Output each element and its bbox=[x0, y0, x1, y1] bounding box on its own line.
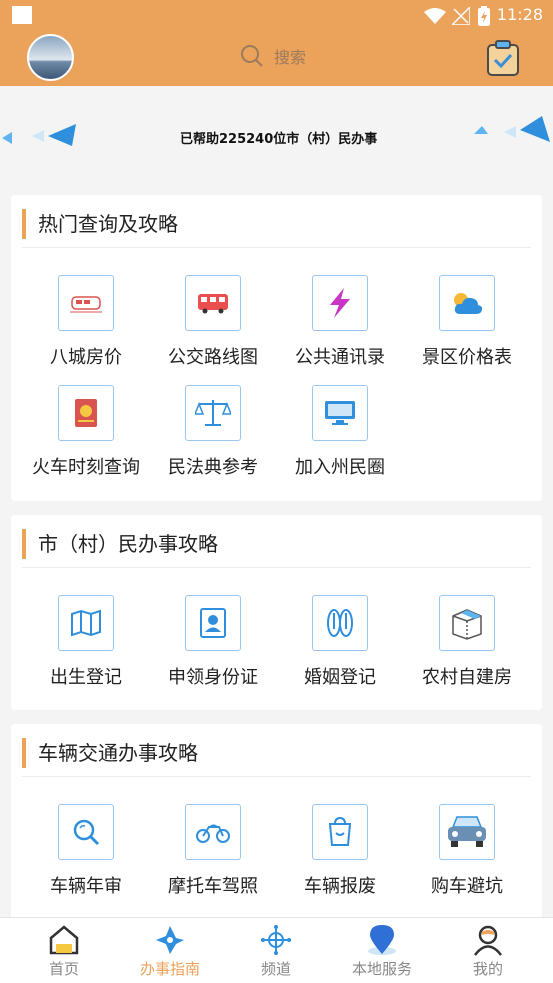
book-icon bbox=[58, 385, 114, 441]
grid-item-label: 加入州民圈 bbox=[295, 457, 385, 478]
grid-item-label: 出生登记 bbox=[50, 667, 122, 688]
section-title: 车辆交通办事攻略 bbox=[22, 738, 198, 768]
id-card-icon bbox=[185, 595, 241, 651]
divider bbox=[22, 567, 531, 568]
grid-item-label: 民法典参考 bbox=[168, 457, 258, 478]
grid-item-label: 摩托车驾照 bbox=[168, 876, 258, 897]
map-icon bbox=[58, 595, 114, 651]
motorcycle-icon bbox=[185, 804, 241, 860]
grid-item-label: 车辆报废 bbox=[304, 876, 376, 897]
scales-icon bbox=[185, 385, 241, 441]
bottom-nav: 首页 办事指南 频道 本地服务 我的 bbox=[0, 917, 553, 983]
nav-mine[interactable]: 我的 bbox=[433, 918, 543, 983]
nav-label: 首页 bbox=[48, 960, 79, 978]
avatar[interactable] bbox=[27, 34, 74, 81]
triangle-decor-icon bbox=[2, 124, 76, 146]
bus-icon bbox=[185, 275, 241, 331]
magnifier-icon bbox=[58, 804, 114, 860]
header-bar: 11:28 搜索 bbox=[0, 0, 553, 86]
status-bar: 11:28 bbox=[0, 0, 553, 30]
nav-guide[interactable]: 办事指南 bbox=[115, 918, 225, 983]
battery-icon bbox=[478, 6, 490, 26]
grid-item-label: 购车避坑 bbox=[431, 876, 503, 897]
vehicle-affairs-section: 车辆交通办事攻略 车辆年审 摩托车驾照 车辆报废 购车避坑 bbox=[11, 724, 542, 924]
location-icon bbox=[368, 925, 396, 955]
triangle-decor-icon bbox=[474, 116, 550, 142]
search-placeholder: 搜索 bbox=[274, 48, 307, 67]
weather-icon bbox=[439, 275, 495, 331]
hot-queries-section: 热门查询及攻略 八城房价 公交路线图 公共通讯录 景区价格表 火车时刻查询 民法… bbox=[11, 195, 542, 501]
nav-home[interactable]: 首页 bbox=[9, 918, 119, 983]
nav-label: 我的 bbox=[472, 960, 503, 978]
grid-item-label: 公共通讯录 bbox=[295, 347, 385, 368]
box-icon bbox=[439, 595, 495, 651]
nav-label: 本地服务 bbox=[351, 960, 412, 978]
home-icon bbox=[49, 925, 79, 955]
help-count-text: 已帮助225240位市（村）民办事 bbox=[180, 132, 378, 147]
train-icon bbox=[58, 275, 114, 331]
grid-item-label: 公交路线图 bbox=[168, 347, 258, 368]
help-count-banner: 已帮助225240位市（村）民办事 bbox=[0, 108, 553, 158]
channel-icon bbox=[261, 925, 291, 955]
nav-local-service[interactable]: 本地服务 bbox=[327, 918, 437, 983]
grid-item-label: 车辆年审 bbox=[50, 876, 122, 897]
search-bar[interactable]: 搜索 bbox=[240, 44, 306, 68]
grid-item-label: 农村自建房 bbox=[422, 667, 512, 688]
grid-item-label: 八城房价 bbox=[50, 347, 122, 368]
search-icon bbox=[241, 45, 263, 67]
section-title: 热门查询及攻略 bbox=[22, 209, 178, 239]
section-title: 市（村）民办事攻略 bbox=[22, 529, 218, 559]
nav-label: 频道 bbox=[260, 960, 291, 978]
clock: 11:28 bbox=[496, 5, 543, 24]
grid-item-label: 火车时刻查询 bbox=[32, 457, 140, 478]
guide-icon bbox=[156, 926, 184, 954]
nav-channel[interactable]: 频道 bbox=[221, 918, 331, 983]
grid-item-label: 景区价格表 bbox=[422, 347, 512, 368]
notification-icon bbox=[12, 6, 32, 24]
grid-item-label: 申领身份证 bbox=[168, 667, 258, 688]
lightning-icon bbox=[312, 275, 368, 331]
nav-label: 办事指南 bbox=[139, 960, 200, 978]
car-icon bbox=[439, 804, 495, 860]
divider bbox=[22, 247, 531, 248]
footprints-icon bbox=[312, 595, 368, 651]
citizen-affairs-section: 市（村）民办事攻略 出生登记 申领身份证 婚姻登记 农村自建房 bbox=[11, 515, 542, 710]
divider bbox=[22, 776, 531, 777]
grid-item-label: 婚姻登记 bbox=[304, 667, 376, 688]
user-icon bbox=[474, 925, 502, 956]
no-signal-icon bbox=[452, 7, 470, 25]
clipboard-check-icon[interactable] bbox=[486, 40, 520, 76]
wifi-icon bbox=[424, 8, 446, 24]
trash-icon bbox=[312, 804, 368, 860]
computer-icon bbox=[312, 385, 368, 441]
